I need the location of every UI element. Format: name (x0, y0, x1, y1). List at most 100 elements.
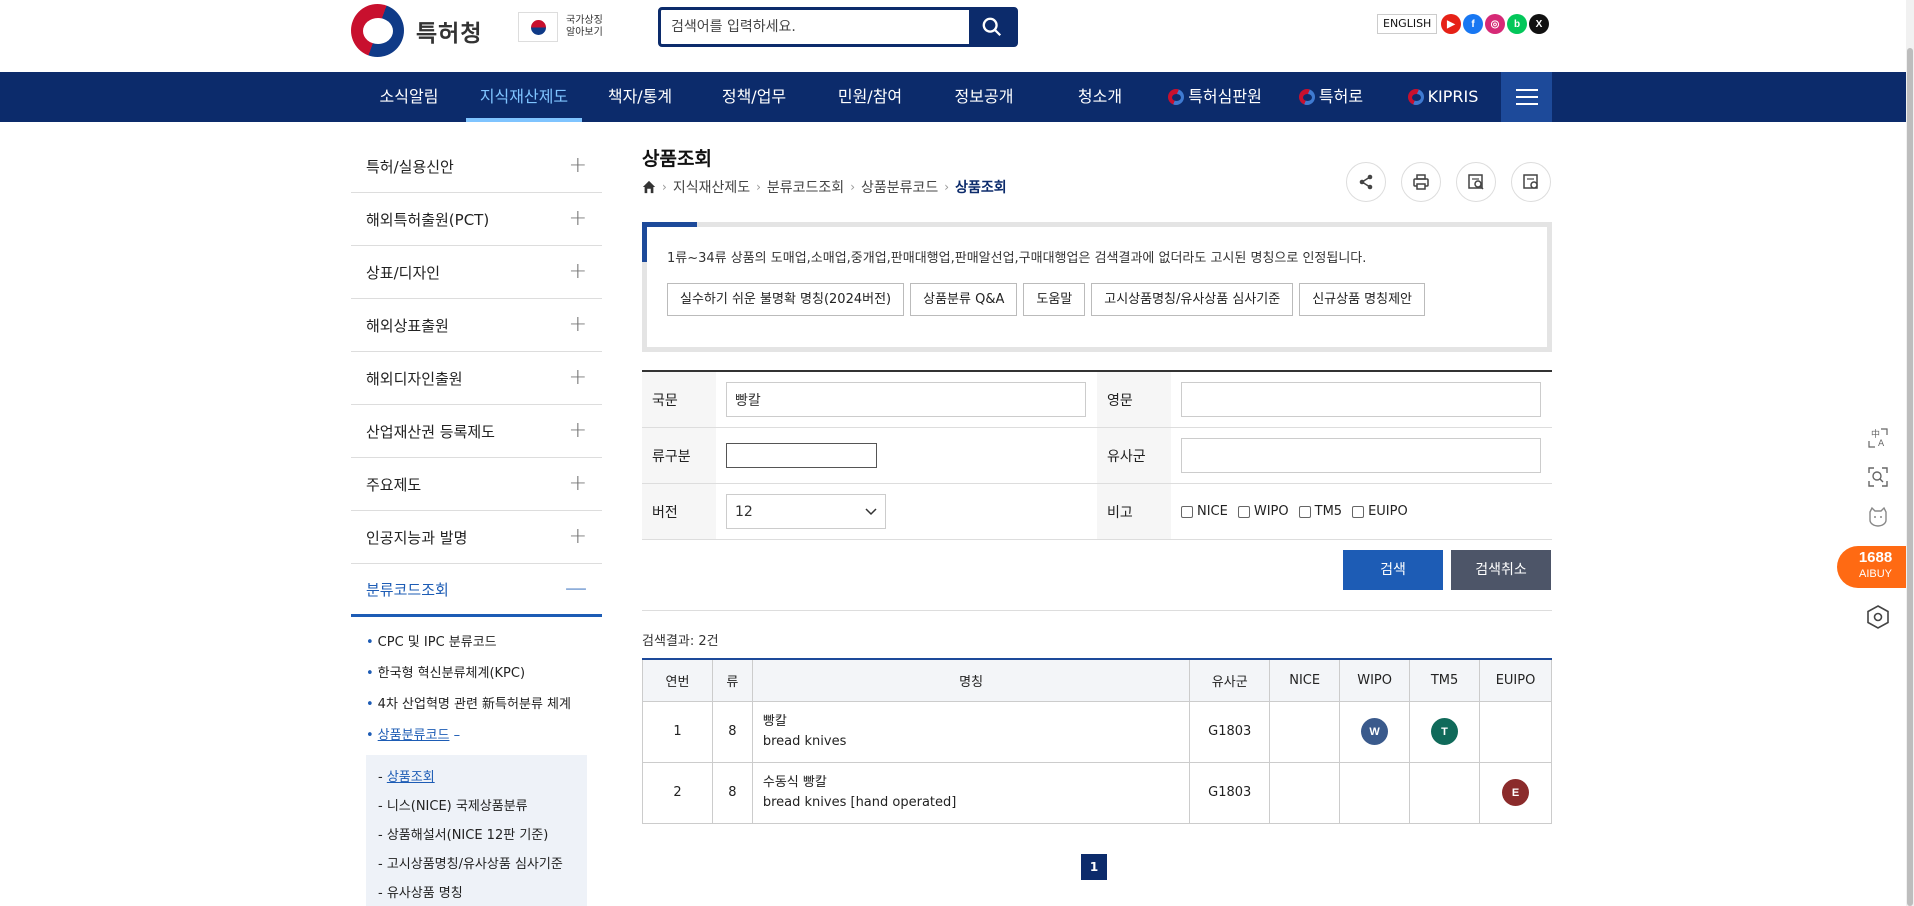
sidebar-item-main-systems[interactable]: 주요제도 + (351, 458, 602, 511)
cell-nice (1269, 761, 1341, 824)
submenu-label: 4차 산업혁명 관련 新특허분류 체계 (377, 697, 571, 712)
search-input[interactable] (661, 10, 969, 44)
subsub-item-nice[interactable]: - 니스(NICE) 국제상품분류 (378, 792, 575, 821)
gnb-ext-label: 특허심판원 (1188, 87, 1262, 106)
cell-tm5 (1409, 761, 1481, 824)
class-input[interactable] (726, 443, 877, 468)
settings-button[interactable] (1860, 599, 1896, 635)
translate-button[interactable]: 中A (1860, 420, 1896, 456)
name-korean: 빵칼 (762, 713, 787, 729)
table-header-row: 연번 류 명칭 유사군 NICE WIPO TM5 EUIPO (642, 658, 1552, 702)
breadcrumb-item[interactable]: 상품분류코드 (861, 177, 938, 197)
facebook-icon[interactable]: f (1463, 14, 1483, 34)
submenu-item-cpc-ipc[interactable]: • CPC 및 IPC 분류코드 (366, 627, 587, 658)
search-submit-button[interactable]: 검색 (1343, 550, 1443, 590)
submenu-item-4th-industry[interactable]: • 4차 산업혁명 관련 新특허분류 체계 (366, 689, 587, 720)
nice-checkbox[interactable]: NICE (1181, 504, 1228, 519)
form-cell: NICE WIPO TM5 EUIPO (1171, 484, 1552, 539)
gnb-item-policy[interactable]: 정책/업무 (704, 72, 804, 122)
scrollbar-thumb[interactable] (1907, 48, 1913, 906)
version-select[interactable]: 12 (726, 494, 886, 529)
submenu-item-goods-code[interactable]: • 상품분류코드 – (366, 720, 587, 751)
print-button[interactable] (1401, 162, 1441, 202)
blog-icon[interactable]: b (1507, 14, 1527, 34)
cell-wipo (1339, 761, 1411, 824)
english-link[interactable]: ENGLISH (1377, 14, 1438, 34)
help-button[interactable]: 도움말 (1023, 283, 1086, 316)
sidebar-item-registration[interactable]: 산업재산권 등록제도 + (351, 405, 602, 458)
aibuy-button[interactable]: 1688 AIBUY (1837, 546, 1914, 588)
sidebar-item-label: 분류코드조회 (366, 580, 449, 599)
instagram-icon[interactable]: ◎ (1485, 14, 1505, 34)
sidebar-item-foreign-tm[interactable]: 해외상표출원 + (351, 299, 602, 352)
name-english: bread knives [hand operated] (762, 794, 957, 810)
gnb-item-info[interactable]: 정보공개 (934, 72, 1034, 122)
subsub-label: 니스(NICE) 국제상품분류 (386, 799, 528, 814)
table-row[interactable]: 1 8 빵칼 bread knives G1803 W T (642, 700, 1552, 763)
subsub-item-similar-names[interactable]: - 유사상품 명칭 (378, 879, 575, 906)
subsub-item-commentary[interactable]: - 상품해설서(NICE 12판 기준) (378, 821, 575, 850)
sidebar-item-label: 해외상표출원 (366, 316, 449, 335)
sidebar-item-foreign-design[interactable]: 해외디자인출원 + (351, 352, 602, 405)
submenu-item-kpc[interactable]: • 한국형 혁신분류체계(KPC) (366, 658, 587, 689)
english-name-input[interactable] (1181, 382, 1541, 417)
sidebar-submenu: • CPC 및 IPC 분류코드 • 한국형 혁신분류체계(KPC) • 4차 산업혁… (351, 617, 602, 751)
gnb-item-books-stats[interactable]: 책자/통계 (590, 72, 690, 122)
classification-qa-button[interactable]: 상품분류 Q&A (910, 283, 1018, 316)
gnb-item-civil[interactable]: 민원/참여 (820, 72, 920, 122)
unclear-names-button[interactable]: 실수하기 쉬운 불명확 명칭(2024버전) (667, 283, 905, 316)
table-row[interactable]: 2 8 수동식 빵칼 bread knives [hand operated] G… (642, 761, 1552, 824)
gnb-ext-ipt[interactable]: 특허심판원 (1160, 72, 1270, 122)
tm5-badge-icon: T (1431, 718, 1459, 745)
checkbox-icon (1352, 505, 1365, 518)
screen-search-button[interactable] (1860, 459, 1896, 495)
korean-name-input[interactable] (726, 382, 1086, 417)
search-cancel-button[interactable]: 검색취소 (1451, 550, 1551, 590)
notice-text: 1류~34류 상품의 도매업,소매업,중개업,판매대행업,판매알선업,구매대행업… (667, 251, 1367, 266)
name-korean: 수동식 빵칼 (762, 774, 827, 790)
share-button[interactable] (1346, 162, 1386, 202)
euipo-checkbox[interactable]: EUIPO (1352, 504, 1408, 519)
results-table: 연번 류 명칭 유사군 NICE WIPO TM5 EUIPO 1 8 빵칼 br… (642, 658, 1552, 824)
search-button[interactable] (969, 10, 1015, 44)
sidebar-item-trademark[interactable]: 상표/디자인 + (351, 246, 602, 299)
new-goods-name-proposal-button[interactable]: 신규상품 명칭제안 (1299, 283, 1426, 316)
submenu-label: 상품분류코드 (377, 728, 450, 743)
gnb-ext-patentro[interactable]: 특허로 (1286, 72, 1376, 122)
plus-icon: + (568, 206, 587, 231)
similar-group-label: 유사군 (1097, 428, 1171, 483)
home-icon[interactable] (642, 180, 656, 194)
menu-button[interactable] (1501, 72, 1552, 122)
gnb-item-news[interactable]: 소식알림 (358, 72, 460, 122)
sidebar-item-patent[interactable]: 특허/실용신안 + (351, 140, 602, 193)
breadcrumb-item[interactable]: 지식재산제도 (673, 177, 750, 197)
x-icon[interactable]: X (1529, 14, 1549, 34)
page-1-button[interactable]: 1 (1081, 854, 1107, 880)
hamburger-icon-line (1515, 96, 1538, 98)
document-search-button[interactable] (1456, 162, 1496, 202)
wipo-checkbox[interactable]: WIPO (1237, 504, 1289, 519)
subsub-item-notified-names[interactable]: - 고시상품명칭/유사상품 심사기준 (378, 850, 575, 879)
ai-assistant-button[interactable] (1860, 498, 1896, 534)
gnb-item-about[interactable]: 청소개 (1050, 72, 1150, 122)
col-tm5: TM5 (1409, 658, 1481, 702)
form-row: 국문 영문 (642, 372, 1552, 428)
plus-icon: + (568, 153, 587, 178)
sidebar-item-ai-invention[interactable]: 인공지능과 발명 + (351, 511, 602, 564)
national-symbol-link[interactable]: 국가상징 알아보기 (518, 12, 606, 42)
gnb-ext-kipris[interactable]: KIPRIS (1398, 72, 1488, 122)
gnb-item-ip-system[interactable]: 지식재산제도 (466, 72, 582, 122)
youtube-icon[interactable]: ▶ (1441, 14, 1461, 34)
sidebar-item-pct[interactable]: 해외특허출원(PCT) + (351, 193, 602, 246)
subsub-item-goods-search[interactable]: - 상품조회 (378, 763, 575, 792)
kipo-logo[interactable]: 특허청 (351, 4, 482, 57)
sidebar-item-classification[interactable]: 분류코드조회 — (351, 564, 602, 617)
korean-name-label: 국문 (642, 372, 716, 427)
notified-names-criteria-button[interactable]: 고시상품명칭/유사상품 심사기준 (1091, 283, 1294, 316)
col-no: 연번 (642, 658, 713, 702)
subsub-label: 고시상품명칭/유사상품 심사기준 (386, 857, 563, 872)
similar-group-input[interactable] (1181, 438, 1541, 473)
tm5-checkbox[interactable]: TM5 (1298, 504, 1342, 519)
breadcrumb-item[interactable]: 분류코드조회 (767, 177, 844, 197)
document-settings-button[interactable] (1511, 162, 1551, 202)
